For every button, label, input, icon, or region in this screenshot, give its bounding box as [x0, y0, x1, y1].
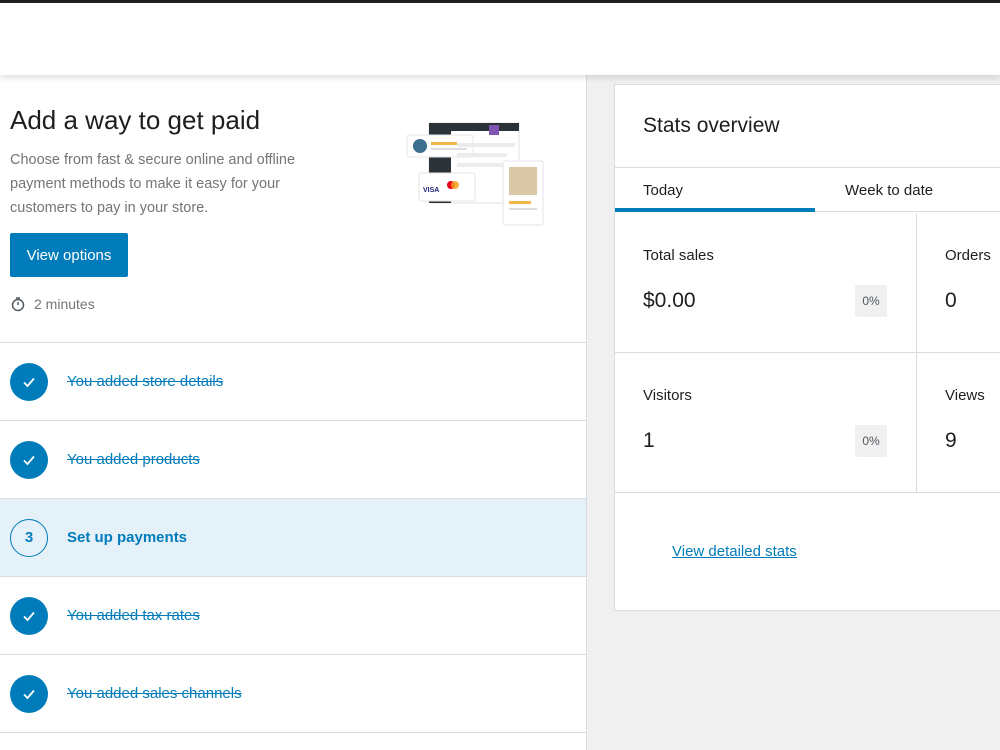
task-hero: Add a way to get paid Choose from fast &… — [0, 75, 586, 343]
active-tab-indicator — [615, 208, 815, 212]
stat-change-badge: 0% — [855, 285, 887, 317]
stat-value: $0.00 — [643, 289, 696, 312]
stats-overview-card: Stats overview Today Week to date Total … — [614, 84, 1000, 611]
stopwatch-icon — [11, 297, 25, 312]
stat-label: Total sales — [643, 247, 714, 264]
stats-title: Stats overview — [643, 114, 780, 137]
task-hero-description: Choose from fast & secure online and off… — [10, 152, 296, 216]
stats-tabs: Today Week to date — [615, 168, 1000, 212]
stat-value: 0 — [945, 289, 957, 312]
stat-visitors[interactable]: Visitors 1 0% — [615, 353, 917, 493]
stat-value: 9 — [945, 429, 957, 452]
task-item-tax-rates[interactable]: You added tax rates — [0, 577, 586, 655]
stat-orders[interactable]: Orders 0 — [917, 213, 1000, 353]
check-icon — [10, 674, 48, 713]
task-label: Set up payments — [67, 529, 188, 546]
top-header-bar — [0, 0, 1000, 75]
task-item-payments[interactable]: 3 Set up payments — [0, 499, 586, 577]
task-label: You added tax rates — [67, 607, 200, 624]
task-hero-title: Add a way to get paid — [10, 105, 261, 135]
tab-week-to-date[interactable]: Week to date — [845, 168, 933, 212]
task-item-store-details[interactable]: You added store details — [0, 343, 586, 421]
check-icon — [10, 596, 48, 635]
stat-label: Visitors — [643, 387, 692, 404]
task-label: You added sales channels — [67, 685, 242, 702]
task-item-products[interactable]: You added products — [0, 421, 586, 499]
time-estimate: 2 minutes — [10, 296, 95, 312]
check-icon — [10, 362, 48, 401]
stat-views[interactable]: Views 9 — [917, 353, 1000, 493]
setup-task-list-panel: Add a way to get paid Choose from fast &… — [0, 75, 587, 750]
time-estimate-label: 2 minutes — [34, 296, 95, 312]
task-label: You added products — [67, 451, 200, 468]
stat-total-sales[interactable]: Total sales $0.00 0% — [615, 213, 917, 353]
task-label: You added store details — [67, 373, 224, 390]
visa-logo-text: VISA — [423, 187, 439, 194]
view-options-button[interactable]: View options — [10, 233, 128, 277]
tab-today[interactable]: Today — [615, 168, 815, 212]
stats-header: Stats overview — [615, 85, 1000, 168]
task-item-sales-channels[interactable]: You added sales channels — [0, 655, 586, 733]
view-detailed-stats-link[interactable]: View detailed stats — [672, 543, 797, 560]
stat-label: Orders — [945, 247, 991, 264]
stat-label: Views — [945, 387, 985, 404]
stat-change-badge: 0% — [855, 425, 887, 457]
check-icon — [10, 440, 48, 479]
step-number: 3 — [10, 518, 48, 557]
stat-value: 1 — [643, 429, 655, 452]
payments-illustration: VISA — [406, 122, 544, 226]
